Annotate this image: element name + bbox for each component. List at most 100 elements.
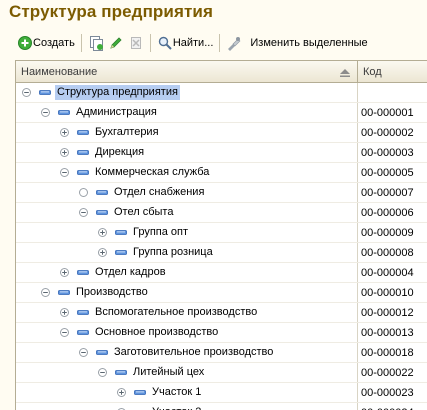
delete-icon xyxy=(128,35,144,51)
tree-row[interactable]: Вспомогательное производство00-000012 xyxy=(16,303,427,323)
tree-row[interactable]: Группа розница 00-000008 xyxy=(16,243,427,263)
tree-row[interactable]: Литейный цех 00-000022 xyxy=(16,363,427,383)
add-icon xyxy=(17,35,33,51)
column-header-code-label: Код xyxy=(363,66,382,78)
code-cell: 00-000001 xyxy=(358,103,427,122)
group-icon xyxy=(77,328,89,338)
tree-row-label: Производство xyxy=(74,285,150,300)
code-cell: 00-000004 xyxy=(358,263,427,282)
tree-row[interactable]: Коммерческая служба00-000005 xyxy=(16,163,427,183)
tree-row-label: Литейный цех xyxy=(131,365,206,380)
window: Структура предприятия Создать xyxy=(0,0,427,409)
name-cell: Отел сбыта xyxy=(16,203,358,222)
collapse-icon[interactable] xyxy=(41,108,50,117)
tree-row[interactable]: Бухгалтерия 00-000002 xyxy=(16,123,427,143)
code-cell: 00-000018 xyxy=(358,343,427,362)
name-cell: Производство xyxy=(16,283,358,302)
code-cell: 00-000013 xyxy=(358,323,427,342)
code-cell: 00-000022 xyxy=(358,363,427,382)
tree-row[interactable]: Структура предприятия xyxy=(16,83,427,103)
column-header-code[interactable]: Код xyxy=(358,61,427,82)
create-button[interactable]: Создать xyxy=(15,33,77,53)
group-icon xyxy=(115,248,127,258)
group-icon xyxy=(77,168,89,178)
tree-row-label: Отдел снабжения xyxy=(112,185,206,200)
expand-icon[interactable] xyxy=(60,268,69,277)
group-icon xyxy=(39,88,51,98)
name-cell: Вспомогательное производство xyxy=(16,303,358,322)
name-cell: Бухгалтерия xyxy=(16,123,358,142)
expand-icon[interactable] xyxy=(60,128,69,137)
edit-button[interactable] xyxy=(106,33,126,53)
code-cell: 00-000005 xyxy=(358,163,427,182)
tree-row-label: Участок 2 xyxy=(150,405,203,410)
code-cell: 00-000006 xyxy=(358,203,427,222)
code-cell: 00-000010 xyxy=(358,283,427,302)
code-cell: 00-000007 xyxy=(358,183,427,202)
tree-row-label: Основное производство xyxy=(93,325,220,340)
sort-icon xyxy=(340,68,350,76)
tree-row[interactable]: Участок 100-000023 xyxy=(16,383,427,403)
expand-icon[interactable] xyxy=(60,308,69,317)
tree-row[interactable]: Отдел снабжения 00-000007 xyxy=(16,183,427,203)
tree-row[interactable]: Заготовительное производство00-000018 xyxy=(16,343,427,363)
tree-row-label: Структура предприятия xyxy=(55,85,180,100)
code-cell xyxy=(358,83,427,102)
tree-row[interactable]: Дирекция00-000003 xyxy=(16,143,427,163)
code-cell: 00-000002 xyxy=(358,123,427,142)
create-button-label: Создать xyxy=(33,37,75,49)
group-icon xyxy=(77,148,89,158)
name-cell: Участок 1 xyxy=(16,383,358,402)
collapse-icon[interactable] xyxy=(79,348,88,357)
code-cell: 00-000009 xyxy=(358,223,427,242)
tree-row-label: Группа розница xyxy=(131,245,215,260)
tree-row-label: Администрация xyxy=(74,105,159,120)
expand-icon[interactable] xyxy=(117,388,126,397)
group-icon xyxy=(58,108,70,118)
name-cell: Группа опт xyxy=(16,223,358,242)
tree-row[interactable]: Производство 00-000010 xyxy=(16,283,427,303)
group-icon xyxy=(77,308,89,318)
tree-row-label: Вспомогательное производство xyxy=(93,305,259,320)
name-cell: Литейный цех xyxy=(16,363,358,382)
pencil-icon xyxy=(108,35,124,51)
group-icon xyxy=(58,288,70,298)
collapse-icon[interactable] xyxy=(60,328,69,337)
expand-icon[interactable] xyxy=(98,228,107,237)
collapse-icon[interactable] xyxy=(41,288,50,297)
delete-button[interactable] xyxy=(126,33,146,53)
column-header-name-label: Наименование xyxy=(21,66,97,78)
tree-row-label: Бухгалтерия xyxy=(93,125,161,140)
tree-row[interactable]: Основное производство 00-000013 xyxy=(16,323,427,343)
tree-row[interactable]: Отдел кадров 00-000004 xyxy=(16,263,427,283)
group-icon xyxy=(77,128,89,138)
collapse-icon[interactable] xyxy=(79,208,88,217)
expand-icon[interactable] xyxy=(60,148,69,157)
group-icon xyxy=(77,268,89,278)
group-icon xyxy=(96,208,108,218)
collapse-icon[interactable] xyxy=(22,88,31,97)
find-button[interactable]: Найти... xyxy=(155,33,216,53)
tree-row[interactable]: Группа опт00-000009 xyxy=(16,223,427,243)
tree-row-label: Участок 1 xyxy=(150,385,203,400)
toolbar-divider xyxy=(150,34,151,52)
group-icon xyxy=(96,348,108,358)
copy-button[interactable] xyxy=(86,33,106,53)
name-cell: Группа розница xyxy=(16,243,358,262)
toolbar-divider xyxy=(219,34,220,52)
edit-selected-icon xyxy=(226,35,242,51)
expand-icon[interactable] xyxy=(98,248,107,257)
column-header-name[interactable]: Наименование xyxy=(16,61,358,82)
tree-rows: Структура предприятия Администрация 00-000… xyxy=(16,83,427,410)
collapse-icon[interactable] xyxy=(98,368,107,377)
edit-selected-button-label: Изменить выделенные xyxy=(250,37,367,49)
edit-selected-button[interactable]: Изменить выделенные xyxy=(224,33,369,53)
tree-row[interactable]: Отел сбыта00-000006 xyxy=(16,203,427,223)
name-cell: Коммерческая служба xyxy=(16,163,358,182)
tree-row-label: Отдел кадров xyxy=(93,265,168,280)
tree-row[interactable]: Администрация 00-000001 xyxy=(16,103,427,123)
collapse-icon[interactable] xyxy=(60,168,69,177)
code-cell: 00-000008 xyxy=(358,243,427,262)
name-cell: Основное производство xyxy=(16,323,358,342)
group-icon xyxy=(115,368,127,378)
